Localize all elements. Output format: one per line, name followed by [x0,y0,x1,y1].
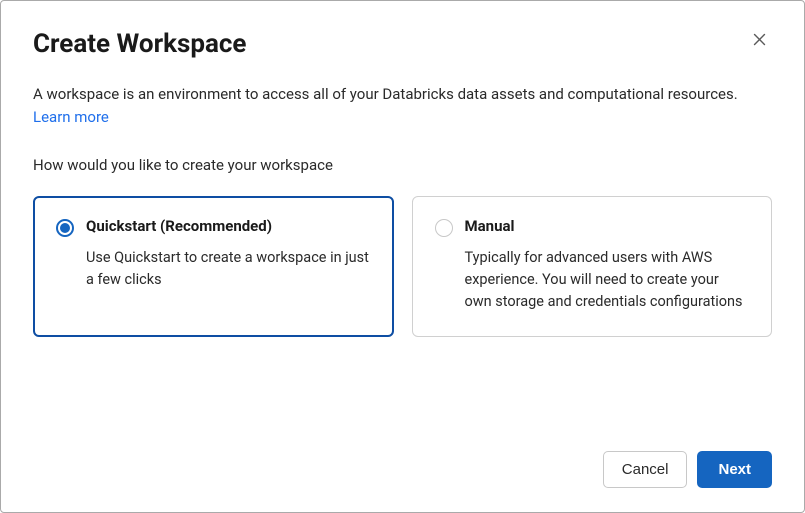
close-icon [751,31,768,48]
option-quickstart[interactable]: Quickstart (Recommended) Use Quickstart … [33,196,394,337]
cancel-button[interactable]: Cancel [603,451,688,488]
next-button[interactable]: Next [697,451,772,488]
modal-footer: Cancel Next [33,451,772,488]
option-title: Quickstart (Recommended) [86,217,371,235]
option-cards: Quickstart (Recommended) Use Quickstart … [33,196,772,337]
modal-description: A workspace is an environment to access … [33,83,772,130]
modal-header: Create Workspace [33,29,772,83]
learn-more-link[interactable]: Learn more [33,108,109,126]
option-description: Use Quickstart to create a workspace in … [86,247,371,292]
close-button[interactable] [747,27,772,55]
option-body: Quickstart (Recommended) Use Quickstart … [86,217,371,292]
description-text: A workspace is an environment to access … [33,85,738,103]
option-body: Manual Typically for advanced users with… [465,217,750,314]
creation-prompt: How would you like to create your worksp… [33,156,772,174]
create-workspace-modal: Create Workspace A workspace is an envir… [1,1,804,512]
option-description: Typically for advanced users with AWS ex… [465,247,750,314]
option-manual[interactable]: Manual Typically for advanced users with… [412,196,773,337]
radio-icon [435,219,453,237]
radio-icon [56,219,74,237]
option-title: Manual [465,217,750,235]
modal-title: Create Workspace [33,29,246,59]
